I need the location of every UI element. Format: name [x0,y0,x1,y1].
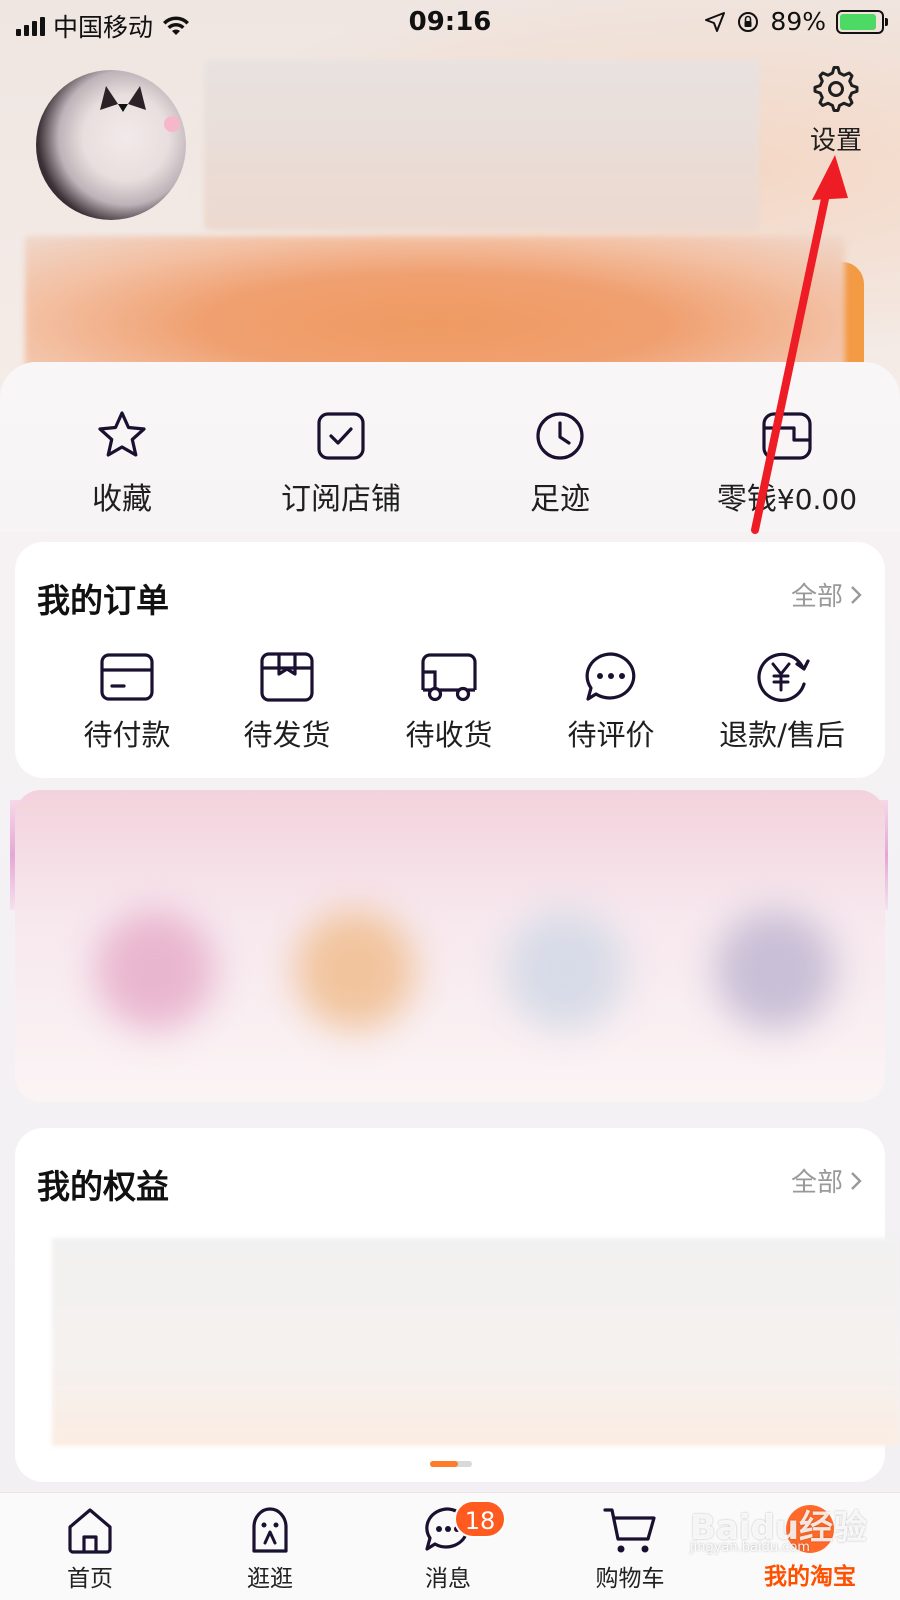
wallet-amount: ¥0.00 [776,483,858,516]
benefits-view-all[interactable]: 全部 [791,1162,863,1199]
cart-icon [603,1508,656,1553]
home-icon [68,1508,112,1554]
gear-icon [813,66,859,112]
chevron-right-icon [851,585,862,604]
quick-link-footprints[interactable]: 足迹 [470,408,650,518]
quick-link-favorites[interactable]: 收藏 [32,408,212,518]
rotation-lock-icon [738,11,759,32]
benefits-list-blurred[interactable] [52,1238,900,1446]
order-pending-review[interactable]: 待评价 [531,650,691,754]
benefits-title: 我的权益 [37,1167,169,1206]
tab-cart[interactable]: 购物车 [570,1505,690,1593]
tab-browse[interactable]: 逛逛 [210,1505,330,1593]
location-arrow-icon [705,11,726,32]
check-box-icon [317,412,365,460]
orders-title: 我的订单 [37,581,169,620]
card-icon [100,653,154,701]
orders-view-all[interactable]: 全部 [791,576,863,613]
watermark-url: jingyan.baidu.com [690,1540,810,1555]
order-refund-aftersales[interactable]: 退款/售后 [697,650,867,754]
battery-percent: 89% [770,7,826,36]
package-icon [260,652,314,702]
order-pending-receipt[interactable]: 待收货 [369,650,529,754]
refund-icon [757,652,810,702]
battery-icon [836,9,888,34]
wallet-label: 零钱 [716,482,777,517]
browse-icon [252,1507,288,1553]
chat-bubble-icon [585,652,636,701]
promo-section-blurred[interactable] [15,790,885,1102]
quick-link-subscribed-shops[interactable]: 订阅店铺 [251,408,431,518]
quick-link-wallet[interactable]: 零钱¥0.00 [687,408,887,518]
status-bar: 中国移动 09:16 89% [0,0,900,46]
wallet-icon [762,412,812,460]
order-pending-shipment[interactable]: 待发货 [207,650,367,754]
carousel-pager [430,1461,472,1467]
settings-label: 设置 [809,126,862,156]
star-icon [98,411,146,457]
tab-messages[interactable]: 18 消息 [388,1500,508,1593]
clock-icon [536,412,584,460]
message-badge: 18 [454,1500,506,1538]
chevron-right-icon [851,1171,862,1190]
tab-home[interactable]: 首页 [30,1505,150,1593]
profile-info-blurred[interactable] [204,60,759,230]
avatar[interactable] [36,70,186,220]
settings-button[interactable]: 设置 [800,66,872,157]
truck-icon [421,653,477,702]
order-pending-payment[interactable]: 待付款 [47,650,207,754]
